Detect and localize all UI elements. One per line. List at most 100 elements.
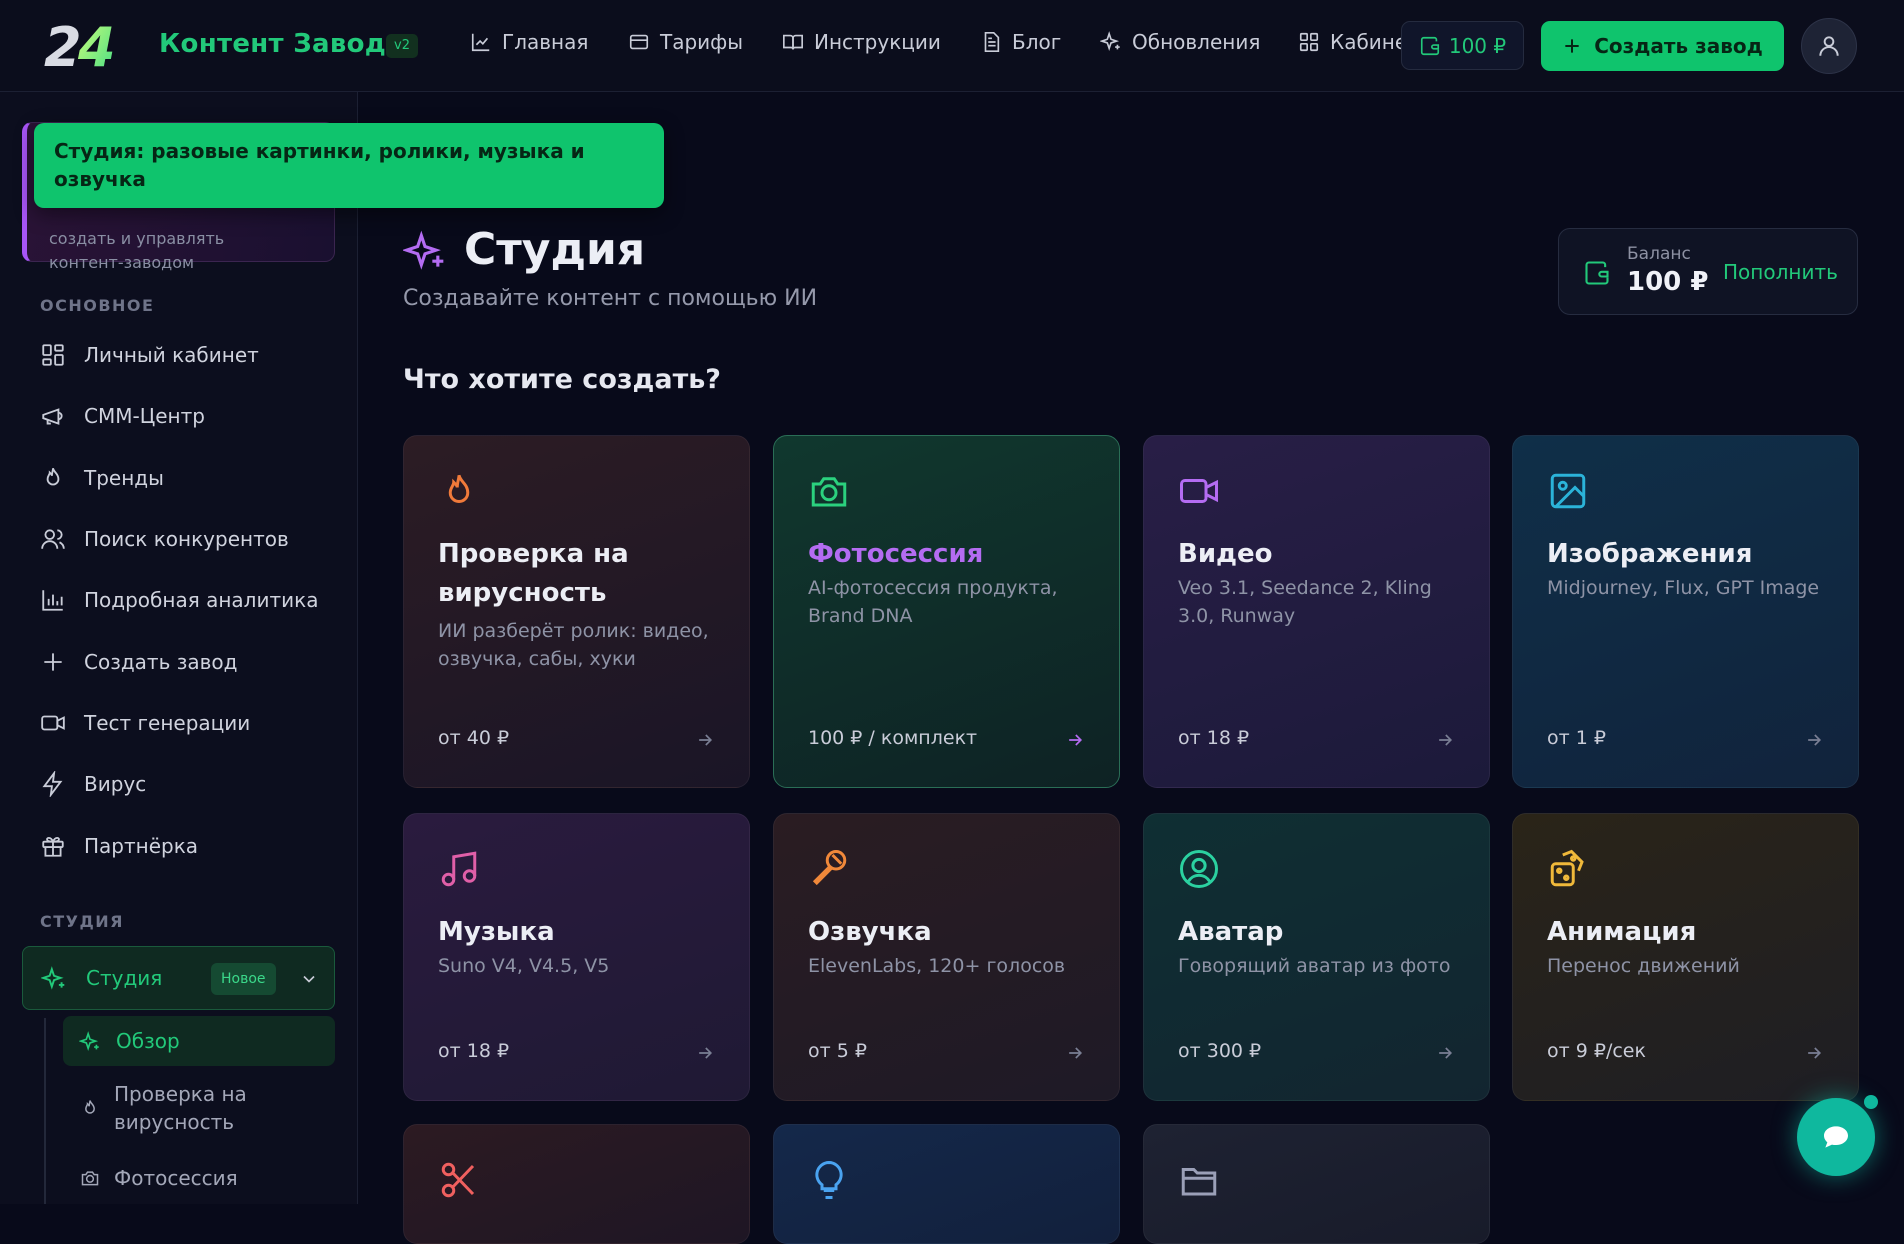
top-bar: 2 4 Контент Завод v2 Главная Тарифы Инст… bbox=[0, 0, 1904, 92]
sidebar-item-test-generation[interactable]: Тест генерации bbox=[40, 710, 250, 736]
document-icon bbox=[984, 32, 1000, 52]
chevron-down-icon[interactable] bbox=[299, 969, 319, 989]
users-icon bbox=[41, 529, 65, 549]
sidebar-subitem-overview[interactable]: Обзор bbox=[63, 1016, 335, 1066]
studio-card[interactable] bbox=[403, 1124, 750, 1244]
create-factory-button[interactable]: Создать завод bbox=[1541, 21, 1784, 71]
sidebar-item-cabinet[interactable]: Личный кабинет bbox=[40, 342, 259, 368]
studio-card[interactable]: Изображения Midjourney, Flux, GPT Image от… bbox=[1512, 435, 1859, 788]
user-avatar-button[interactable] bbox=[1801, 18, 1857, 74]
studio-card[interactable]: Музыка Suno V4, V4.5, V5 от 18 ₽ bbox=[403, 813, 750, 1101]
card-description: Veo 3.1, Seedance 2, Kling 3.0, Runway bbox=[1178, 577, 1432, 627]
nav-label: Главная bbox=[502, 30, 589, 54]
sidebar-item-label: Создать завод bbox=[84, 650, 238, 674]
submenu-line bbox=[44, 1018, 46, 1204]
sidebar-item-virus[interactable]: Вирус bbox=[40, 771, 146, 797]
wallet-button[interactable]: 100 ₽ bbox=[1401, 21, 1524, 70]
studio-card[interactable]: Анимация Перенос движений от 9 ₽/сек bbox=[1512, 813, 1859, 1101]
studio-card[interactable]: Фотосессия AI-фотосессия продукта, Brand … bbox=[773, 435, 1120, 788]
card-title: Проверка на вирусность bbox=[438, 539, 629, 608]
video-icon bbox=[1180, 479, 1218, 503]
create-factory-label: Создать завод bbox=[1594, 34, 1763, 58]
studio-card[interactable]: Видео Veo 3.1, Seedance 2, Kling 3.0, Run… bbox=[1143, 435, 1490, 788]
sparkle-icon bbox=[41, 966, 65, 990]
section-heading: Что хотите создать? bbox=[403, 364, 721, 395]
sidebar-item-label: Поиск конкурентов bbox=[84, 527, 289, 551]
sidebar-subitem-photoshoot[interactable]: Фотосессия bbox=[80, 1164, 238, 1192]
topup-button[interactable]: Пополнить bbox=[1723, 260, 1838, 284]
card-description: Midjourney, Flux, GPT Image bbox=[1547, 577, 1820, 599]
arrow-right-icon bbox=[1439, 1047, 1453, 1059]
online-indicator-icon bbox=[1864, 1095, 1878, 1109]
sidebar-item-label: Тренды bbox=[84, 466, 164, 490]
sidebar-item-label: Личный кабинет bbox=[84, 343, 259, 367]
card-price: 100 ₽ / комплект bbox=[808, 727, 978, 749]
arrow-right-icon bbox=[1069, 1047, 1083, 1059]
wallet-icon bbox=[1420, 36, 1439, 55]
sidebar-item-studio[interactable]: Студия Новое bbox=[22, 946, 335, 1010]
card-description: ElevenLabs, 120+ голосов bbox=[808, 955, 1066, 977]
brand-name[interactable]: Контент Завод bbox=[159, 29, 386, 59]
nav-label: Обновления bbox=[1132, 30, 1261, 54]
bar-chart-icon bbox=[42, 590, 63, 611]
sidebar-subitem-label: Проверка на вирусность bbox=[114, 1082, 247, 1134]
scissors-icon bbox=[441, 1162, 475, 1198]
chat-icon bbox=[1824, 1126, 1848, 1148]
studio-card[interactable]: Аватар Говорящий аватар из фото от 300 ₽ bbox=[1143, 813, 1490, 1101]
logo-icon[interactable]: 2 4 bbox=[44, 18, 144, 74]
camera-icon bbox=[81, 1171, 99, 1186]
balance-card: Баланс 100 ₽ Пополнить bbox=[1558, 228, 1858, 315]
card-description: Suno V4, V4.5, V5 bbox=[438, 955, 610, 977]
sidebar-item-label: Подробная аналитика bbox=[84, 588, 319, 612]
page-subtitle: Создавайте контент с помощью ИИ bbox=[403, 286, 818, 311]
nav-updates[interactable]: Обновления bbox=[1100, 30, 1260, 54]
studio-card[interactable]: Озвучка ElevenLabs, 120+ голосов от 5 ₽ bbox=[773, 813, 1120, 1101]
studio-card[interactable]: Проверка на вирусность ИИ разберёт ролик:… bbox=[403, 435, 750, 788]
bolt-icon bbox=[42, 771, 63, 797]
chat-button[interactable] bbox=[1797, 1098, 1875, 1176]
camera-icon bbox=[811, 477, 847, 507]
promo-text: создать и управлять контент-заводом bbox=[49, 229, 225, 272]
sparkle-icon bbox=[1100, 31, 1120, 52]
user-icon bbox=[1819, 36, 1839, 56]
user-circle-icon bbox=[1180, 850, 1218, 888]
sidebar-item-partner[interactable]: Партнёрка bbox=[40, 833, 198, 859]
sidebar-item-label: Тест генерации bbox=[84, 711, 251, 735]
section-title-studio: СТУДИЯ bbox=[40, 912, 124, 931]
studio-card[interactable] bbox=[1143, 1124, 1490, 1244]
new-badge: Новое bbox=[211, 963, 276, 995]
arrow-right-icon bbox=[1808, 734, 1822, 746]
card-description: Перенос движений bbox=[1547, 955, 1740, 977]
nav-instructions[interactable]: Инструкции bbox=[782, 30, 941, 54]
wallet-amount: 100 ₽ bbox=[1448, 33, 1507, 58]
svg-text:4: 4 bbox=[77, 18, 116, 74]
flame-icon bbox=[448, 474, 470, 503]
sidebar-item-label: Вирус bbox=[84, 772, 147, 796]
nav-home[interactable]: Главная bbox=[470, 30, 588, 54]
sidebar-item-label: СММ-Центр bbox=[84, 404, 205, 428]
sidebar-item-trends[interactable]: Тренды bbox=[40, 465, 164, 491]
sidebar: создать и управлять контент-заводом ОСНО… bbox=[0, 92, 358, 1204]
nav-tariffs[interactable]: Тарифы bbox=[628, 30, 743, 54]
grid-icon bbox=[1299, 32, 1319, 52]
page-title: Студия bbox=[464, 224, 646, 275]
gift-icon bbox=[42, 836, 64, 857]
card-price: от 9 ₽/сек bbox=[1547, 1040, 1646, 1062]
sidebar-item-competitors[interactable]: Поиск конкурентов bbox=[40, 526, 289, 552]
sidebar-subitem-label: Обзор bbox=[116, 1029, 180, 1053]
sidebar-item-smm[interactable]: СММ-Центр bbox=[40, 403, 205, 429]
nav-label: Блог bbox=[1012, 30, 1062, 54]
toast-notification[interactable]: Студия: разовые картинки, ролики, музыка… bbox=[34, 123, 664, 208]
sidebar-item-create-factory[interactable]: Создать завод bbox=[40, 649, 237, 675]
nav-blog[interactable]: Блог bbox=[980, 30, 1061, 54]
card-title: Озвучка bbox=[808, 917, 932, 947]
sidebar-item-label: Студия bbox=[86, 966, 163, 990]
sidebar-item-label: Партнёрка bbox=[84, 834, 199, 858]
sidebar-subitem-virality[interactable]: Проверка на вирусность bbox=[80, 1080, 274, 1136]
card-title: Аватар bbox=[1178, 917, 1284, 947]
card-price: от 1 ₽ bbox=[1547, 727, 1606, 749]
sidebar-item-analytics[interactable]: Подробная аналитика bbox=[40, 587, 318, 613]
dice-icon bbox=[1550, 849, 1584, 887]
studio-card[interactable] bbox=[773, 1124, 1120, 1244]
svg-text:2: 2 bbox=[44, 18, 79, 74]
